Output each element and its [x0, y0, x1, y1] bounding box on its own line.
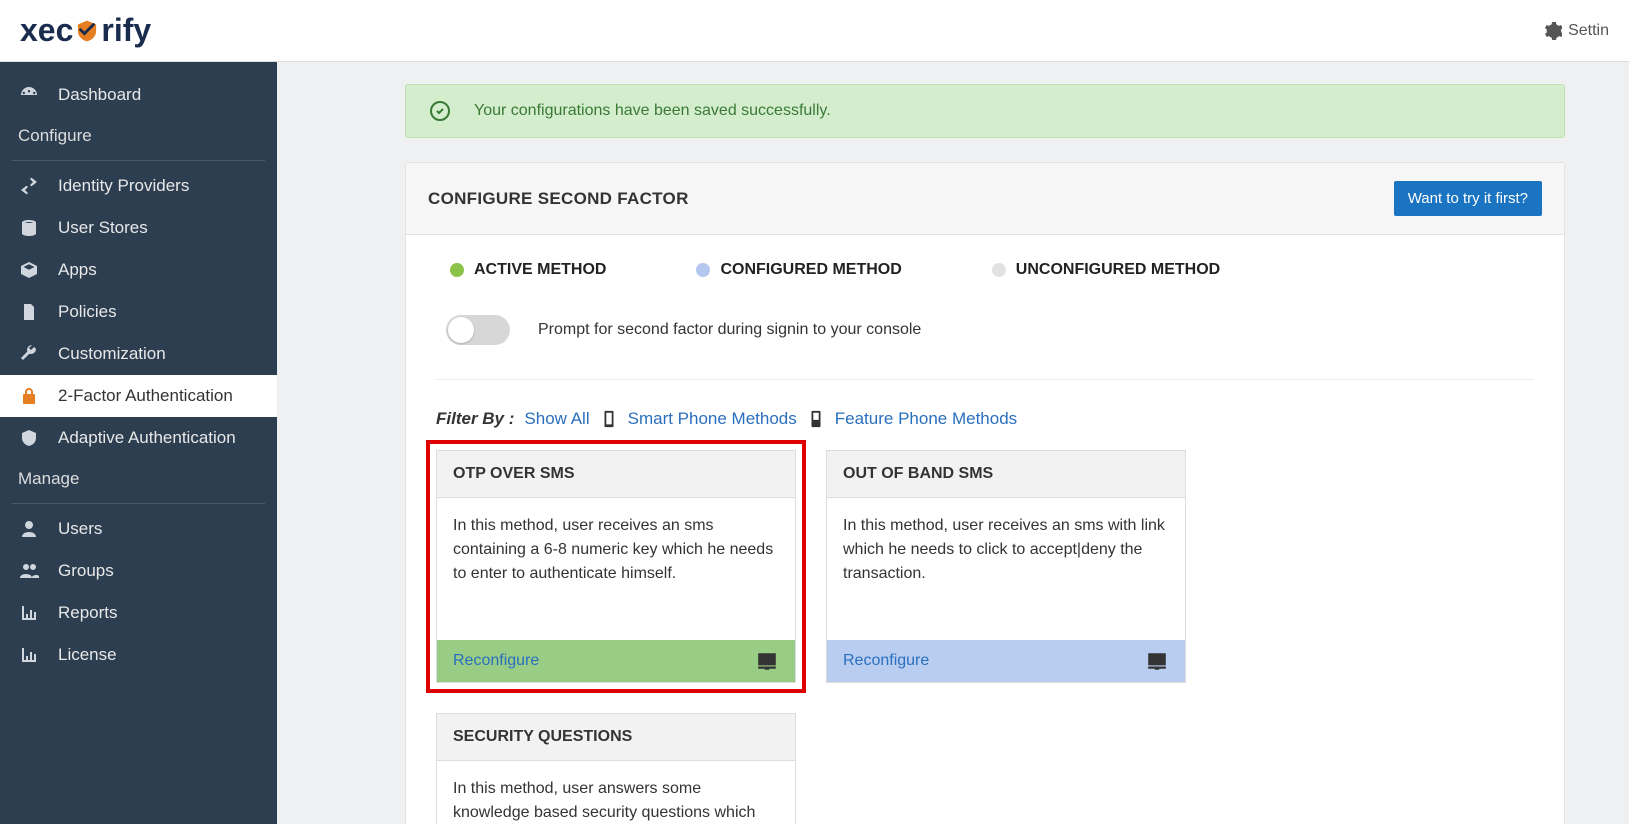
- logo-text-post: rify: [101, 12, 151, 49]
- logo-text-pre: xec: [20, 12, 73, 49]
- monitor-icon: [755, 650, 779, 672]
- reconfigure-link[interactable]: Reconfigure: [453, 652, 539, 670]
- filter-show-all[interactable]: Show All: [524, 409, 589, 429]
- filter-smart-phone[interactable]: Smart Phone Methods: [628, 409, 797, 429]
- swap-icon: [18, 176, 40, 196]
- legend: ACTIVE METHOD CONFIGURED METHOD UNCONFIG…: [436, 261, 1534, 279]
- sidebar-item-policies[interactable]: Policies: [0, 291, 277, 333]
- topbar: xec rify Settin: [0, 0, 1629, 62]
- wrench-icon: [18, 344, 40, 364]
- card-description: In this method, user receives an sms wit…: [827, 498, 1185, 640]
- panel-header: CONFIGURE SECOND FACTOR Want to try it f…: [406, 163, 1564, 235]
- sidebar: Dashboard Configure Identity Providers U…: [0, 62, 277, 824]
- sidebar-item-label: License: [58, 645, 117, 665]
- reconfigure-link[interactable]: Reconfigure: [843, 652, 929, 670]
- sidebar-item-label: Reports: [58, 603, 118, 623]
- logo-shield-icon: [74, 18, 100, 44]
- success-alert: Your configurations have been saved succ…: [405, 84, 1565, 138]
- sidebar-item-label: Policies: [58, 302, 117, 322]
- sidebar-item-identity-providers[interactable]: Identity Providers: [0, 165, 277, 207]
- shield-icon: [18, 428, 40, 448]
- sidebar-item-user-stores[interactable]: User Stores: [0, 207, 277, 249]
- sidebar-item-label: Adaptive Authentication: [58, 428, 236, 448]
- alert-message: Your configurations have been saved succ…: [474, 102, 831, 120]
- sidebar-item-users[interactable]: Users: [0, 508, 277, 550]
- card-description: In this method, user answers some knowle…: [437, 761, 795, 824]
- document-icon: [18, 302, 40, 322]
- dashboard-icon: [18, 85, 40, 105]
- filter-row: Filter By : Show All Smart Phone Methods…: [436, 408, 1534, 430]
- sidebar-item-label: 2-Factor Authentication: [58, 386, 233, 406]
- sidebar-item-apps[interactable]: Apps: [0, 249, 277, 291]
- sidebar-item-label: Customization: [58, 344, 166, 364]
- sidebar-item-reports[interactable]: Reports: [0, 592, 277, 634]
- prompt-label: Prompt for second factor during signin t…: [538, 321, 921, 339]
- card-otp-over-sms: OTP OVER SMS In this method, user receiv…: [436, 450, 796, 683]
- card-title: SECURITY QUESTIONS: [437, 714, 795, 761]
- sidebar-item-label: Identity Providers: [58, 176, 189, 196]
- sidebar-item-label: User Stores: [58, 218, 148, 238]
- divider: [12, 503, 265, 504]
- panel-title: CONFIGURE SECOND FACTOR: [428, 189, 689, 209]
- sidebar-item-groups[interactable]: Groups: [0, 550, 277, 592]
- monitor-icon: [1145, 650, 1169, 672]
- settings-label: Settin: [1568, 22, 1609, 40]
- dot-blue-icon: [696, 263, 710, 277]
- prompt-row: Prompt for second factor during signin t…: [436, 309, 1534, 380]
- sidebar-item-adaptive[interactable]: Adaptive Authentication: [0, 417, 277, 459]
- prompt-toggle[interactable]: [446, 315, 510, 345]
- main-content: Your configurations have been saved succ…: [277, 62, 1629, 824]
- filter-feature-phone[interactable]: Feature Phone Methods: [835, 409, 1017, 429]
- sidebar-item-license[interactable]: License: [0, 634, 277, 676]
- card-footer: Reconfigure: [437, 640, 795, 682]
- sidebar-item-dashboard[interactable]: Dashboard: [0, 74, 277, 116]
- settings-link[interactable]: Settin: [1544, 22, 1609, 40]
- database-icon: [18, 218, 40, 238]
- sidebar-item-label: Users: [58, 519, 102, 539]
- divider: [12, 160, 265, 161]
- card-description: In this method, user receives an sms con…: [437, 498, 795, 640]
- sidebar-section-configure: Configure: [0, 116, 277, 154]
- card-title: OUT OF BAND SMS: [827, 451, 1185, 498]
- chart-icon: [18, 645, 40, 665]
- logo[interactable]: xec rify: [20, 12, 151, 49]
- card-footer: Reconfigure: [827, 640, 1185, 682]
- sidebar-item-label: Groups: [58, 561, 114, 581]
- gear-icon: [1544, 22, 1562, 40]
- card-title: OTP OVER SMS: [437, 451, 795, 498]
- sidebar-section-manage: Manage: [0, 459, 277, 497]
- legend-active: ACTIVE METHOD: [450, 261, 606, 279]
- card-security-questions: SECURITY QUESTIONS In this method, user …: [436, 713, 796, 824]
- check-circle-icon: [430, 101, 450, 121]
- legend-unconfigured: UNCONFIGURED METHOD: [992, 261, 1220, 279]
- sidebar-item-label: Apps: [58, 260, 97, 280]
- card-out-of-band-sms: OUT OF BAND SMS In this method, user rec…: [826, 450, 1186, 683]
- lock-icon: [18, 386, 40, 406]
- users-icon: [18, 561, 40, 581]
- filter-label: Filter By :: [436, 409, 514, 429]
- try-it-first-button[interactable]: Want to try it first?: [1394, 181, 1542, 216]
- sidebar-item-customization[interactable]: Customization: [0, 333, 277, 375]
- box-icon: [18, 260, 40, 280]
- featurephone-icon: [807, 408, 825, 430]
- legend-configured: CONFIGURED METHOD: [696, 261, 901, 279]
- chart-icon: [18, 603, 40, 623]
- dot-green-icon: [450, 263, 464, 277]
- sidebar-item-label: Dashboard: [58, 85, 141, 105]
- dot-grey-icon: [992, 263, 1006, 277]
- user-icon: [18, 519, 40, 539]
- configure-panel: CONFIGURE SECOND FACTOR Want to try it f…: [405, 162, 1565, 824]
- method-cards: OTP OVER SMS In this method, user receiv…: [436, 450, 1534, 824]
- smartphone-icon: [600, 408, 618, 430]
- toggle-knob: [448, 317, 474, 343]
- sidebar-item-2fa[interactable]: 2-Factor Authentication: [0, 375, 277, 417]
